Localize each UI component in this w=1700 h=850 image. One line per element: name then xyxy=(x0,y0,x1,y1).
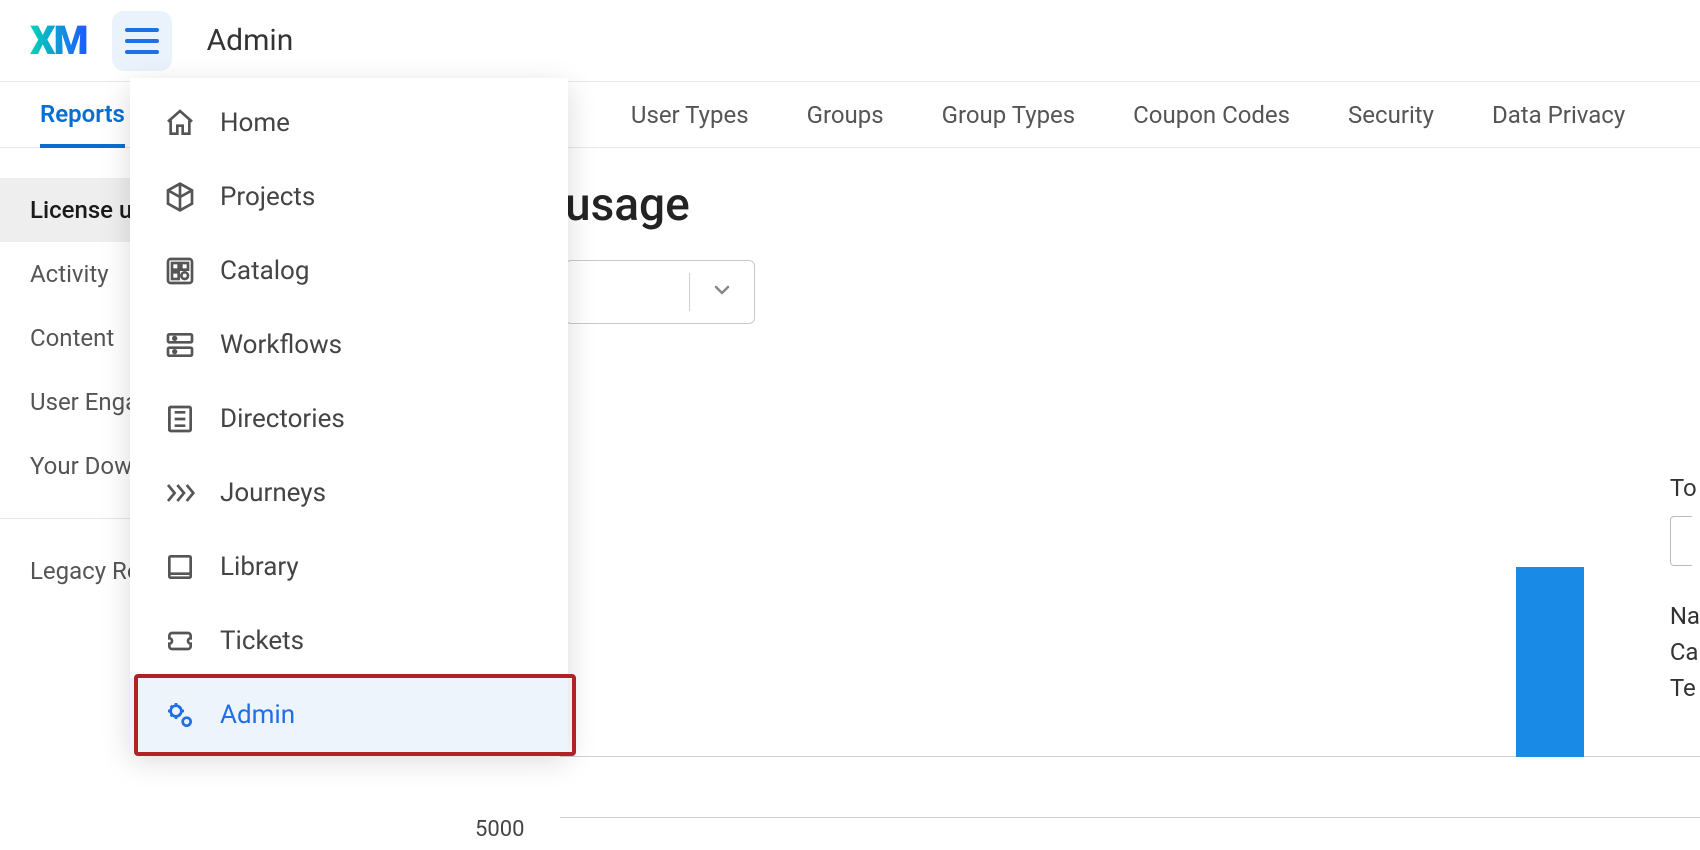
catalog-icon xyxy=(164,255,196,287)
nav-item-label: Projects xyxy=(220,182,315,212)
nav-item-label: Workflows xyxy=(220,330,342,360)
hamburger-icon xyxy=(125,28,159,54)
nav-item-library[interactable]: Library xyxy=(130,530,568,604)
nav-item-label: Admin xyxy=(220,700,295,730)
brand-logo: XM xyxy=(30,17,87,64)
nav-item-workflows[interactable]: Workflows xyxy=(130,308,568,382)
nav-item-label: Catalog xyxy=(220,256,309,286)
tab-user-types[interactable]: User Types xyxy=(631,101,749,129)
tab-coupon-codes[interactable]: Coupon Codes xyxy=(1133,101,1290,129)
top-bar: XM Admin xyxy=(0,0,1700,82)
nav-item-label: Journeys xyxy=(220,478,326,508)
chart-bar xyxy=(1516,567,1584,757)
nav-item-tickets[interactable]: Tickets xyxy=(130,604,568,678)
nav-menu-toggle[interactable] xyxy=(112,11,172,71)
nav-item-label: Home xyxy=(220,108,290,138)
nav-item-label: Directories xyxy=(220,404,345,434)
library-icon xyxy=(164,551,196,583)
content-heading: usage xyxy=(565,178,1660,232)
nav-item-projects[interactable]: Projects xyxy=(130,160,568,234)
workflows-icon xyxy=(164,329,196,361)
right-edge-fragment: To Na Ca Te xyxy=(1670,470,1700,706)
nav-item-directories[interactable]: Directories xyxy=(130,382,568,456)
usage-chart xyxy=(560,388,1700,818)
nav-item-journeys[interactable]: Journeys xyxy=(130,456,568,530)
tab-reports[interactable]: Reports xyxy=(40,100,125,148)
directories-icon xyxy=(164,403,196,435)
home-icon xyxy=(164,107,196,139)
axis-tick-label: 5000 xyxy=(475,817,524,842)
journeys-icon xyxy=(164,477,196,509)
chevron-down-icon xyxy=(710,278,734,306)
nav-item-admin[interactable]: Admin xyxy=(130,678,568,752)
filter-dropdown[interactable] xyxy=(565,260,755,324)
projects-icon xyxy=(164,181,196,213)
tab-data-privacy[interactable]: Data Privacy xyxy=(1492,101,1625,129)
tickets-icon xyxy=(164,625,196,657)
global-nav-menu: Home Projects Catalog Workflows Director… xyxy=(130,78,568,752)
tab-security[interactable]: Security xyxy=(1348,101,1434,129)
nav-item-label: Library xyxy=(220,552,299,582)
nav-item-label: Tickets xyxy=(220,626,304,656)
tab-group-types[interactable]: Group Types xyxy=(942,101,1076,129)
admin-gear-icon xyxy=(164,699,196,731)
nav-item-home[interactable]: Home xyxy=(130,86,568,160)
tab-groups[interactable]: Groups xyxy=(807,101,884,129)
page-title: Admin xyxy=(207,23,294,58)
nav-item-catalog[interactable]: Catalog xyxy=(130,234,568,308)
